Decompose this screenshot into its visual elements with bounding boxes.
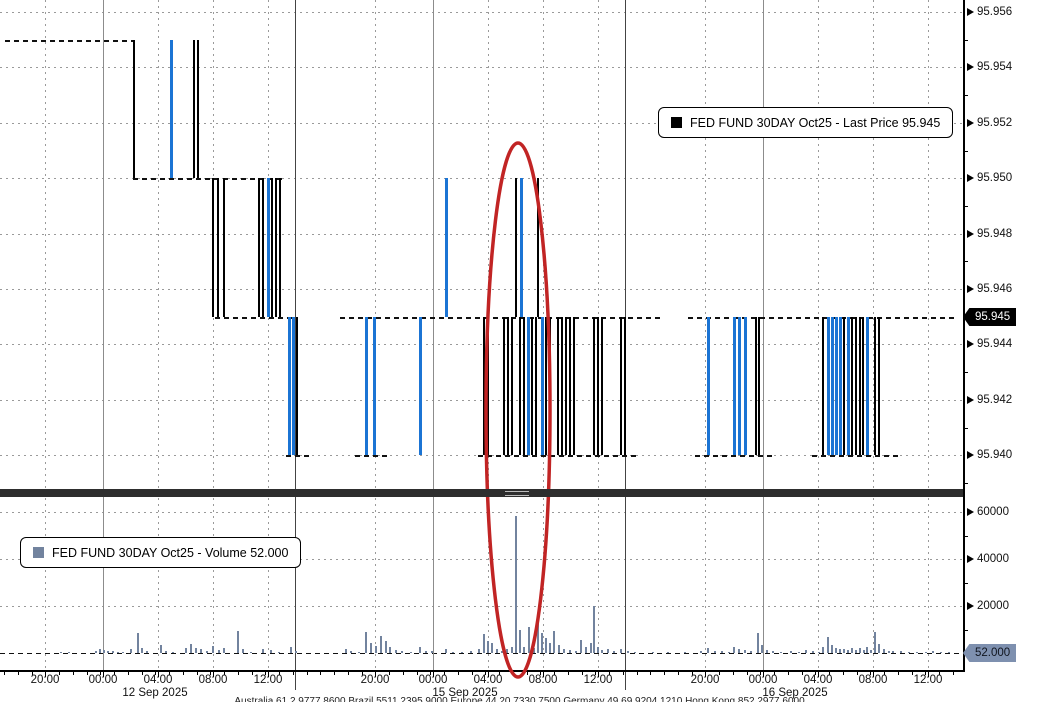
x-time-label: 20:00 — [361, 674, 390, 686]
x-minor-tick — [637, 672, 638, 675]
x-minor-tick — [678, 672, 679, 675]
price-minor-tick — [963, 483, 968, 484]
price-tick-label: 95.942 — [967, 394, 1012, 406]
x-minor-tick — [568, 672, 569, 675]
tick-arrow-icon — [967, 63, 974, 71]
x-time-label: 12:00 — [254, 674, 283, 686]
footer-contact-text: Australia 61 2 9777 8600 Brazil 5511 239… — [0, 696, 1039, 702]
price-tick-label: 95.940 — [967, 449, 1012, 461]
x-time-label: 04:00 — [474, 674, 503, 686]
tick-arrow-icon — [967, 119, 974, 127]
volume-minor-tick — [963, 630, 968, 631]
price-tick-label: 95.946 — [967, 283, 1012, 295]
divider-handle-icon[interactable] — [505, 491, 529, 496]
price-minor-tick — [963, 206, 968, 207]
volume-tick-label: 40000 — [967, 553, 1009, 565]
volume-tick-label: 60000 — [967, 506, 1009, 518]
x-minor-tick — [898, 672, 899, 675]
x-time-label: 20:00 — [691, 674, 720, 686]
price-tick-label: 95.956 — [967, 6, 1012, 18]
tick-arrow-icon — [967, 451, 974, 459]
x-minor-tick — [320, 672, 321, 675]
x-minor-tick — [183, 672, 184, 675]
price-minor-tick — [963, 261, 968, 262]
tick-arrow-icon — [967, 602, 974, 610]
volume-legend[interactable]: FED FUND 30DAY Oct25 - Volume 52.000 — [20, 537, 301, 568]
tick-arrow-icon — [967, 174, 974, 182]
volume-legend-label: FED FUND 30DAY Oct25 - Volume 52.000 — [52, 546, 288, 560]
price-series-marker-icon — [671, 117, 682, 128]
tick-arrow-icon — [967, 555, 974, 563]
x-minor-tick — [733, 672, 734, 675]
last-volume-badge: 52.000 — [963, 644, 1016, 662]
chart-window: 20:00 00:00 04:00 08:00 12:00 20:00 00:00 04:00… — [0, 0, 1039, 702]
x-time-label: 04:00 — [144, 674, 173, 686]
x-time-label: 08:00 — [199, 674, 228, 686]
x-minor-tick — [4, 672, 5, 675]
price-legend[interactable]: FED FUND 30DAY Oct25 - Last Price 95.945 — [658, 107, 953, 138]
x-minor-tick — [513, 672, 514, 675]
y-axis-line — [963, 0, 965, 672]
volume-minor-tick — [963, 536, 968, 537]
price-tick-label: 95.952 — [967, 117, 1012, 129]
tick-arrow-icon — [967, 396, 974, 404]
x-time-label: 08:00 — [859, 674, 888, 686]
x-minor-tick — [403, 672, 404, 675]
tick-arrow-icon — [967, 508, 974, 516]
x-time-label: 04:00 — [804, 674, 833, 686]
price-minor-tick — [963, 428, 968, 429]
axis-layer: 20:00 00:00 04:00 08:00 12:00 20:00 00:00 04:00… — [0, 0, 1039, 702]
x-time-label: 12:00 — [914, 674, 943, 686]
x-minor-tick — [128, 672, 129, 675]
x-minor-tick — [650, 672, 651, 675]
x-minor-tick — [843, 672, 844, 675]
price-tick-label: 95.948 — [967, 228, 1012, 240]
x-minor-tick — [334, 672, 335, 675]
tick-arrow-icon — [967, 285, 974, 293]
x-minor-tick — [18, 672, 19, 675]
x-time-label: 00:00 — [749, 674, 778, 686]
price-tick-label: 95.950 — [967, 172, 1012, 184]
volume-series-marker-icon — [33, 547, 44, 558]
price-legend-label: FED FUND 30DAY Oct25 - Last Price 95.945 — [690, 116, 940, 130]
x-minor-tick — [623, 672, 624, 675]
tick-arrow-icon — [967, 230, 974, 238]
x-minor-tick — [348, 672, 349, 675]
tick-arrow-icon — [967, 8, 974, 16]
x-minor-tick — [73, 672, 74, 675]
x-minor-tick — [664, 672, 665, 675]
panel-divider[interactable] — [0, 489, 963, 497]
x-time-label: 00:00 — [419, 674, 448, 686]
x-minor-tick — [458, 672, 459, 675]
x-minor-tick — [788, 672, 789, 675]
tick-arrow-icon — [967, 340, 974, 348]
x-time-label: 08:00 — [529, 674, 558, 686]
x-minor-tick — [293, 672, 294, 675]
price-minor-tick — [963, 95, 968, 96]
x-minor-tick — [307, 672, 308, 675]
x-minor-tick — [238, 672, 239, 675]
price-tick-label: 95.944 — [967, 338, 1012, 350]
volume-tick-label: 20000 — [967, 600, 1009, 612]
price-minor-tick — [963, 40, 968, 41]
price-tick-label: 95.954 — [967, 61, 1012, 73]
volume-minor-tick — [963, 583, 968, 584]
x-minor-tick — [953, 672, 954, 675]
x-time-label: 12:00 — [584, 674, 613, 686]
x-time-label: 20:00 — [31, 674, 60, 686]
price-minor-tick — [963, 151, 968, 152]
price-minor-tick — [963, 372, 968, 373]
x-time-label: 00:00 — [89, 674, 118, 686]
last-price-badge: 95.945 — [963, 308, 1016, 326]
